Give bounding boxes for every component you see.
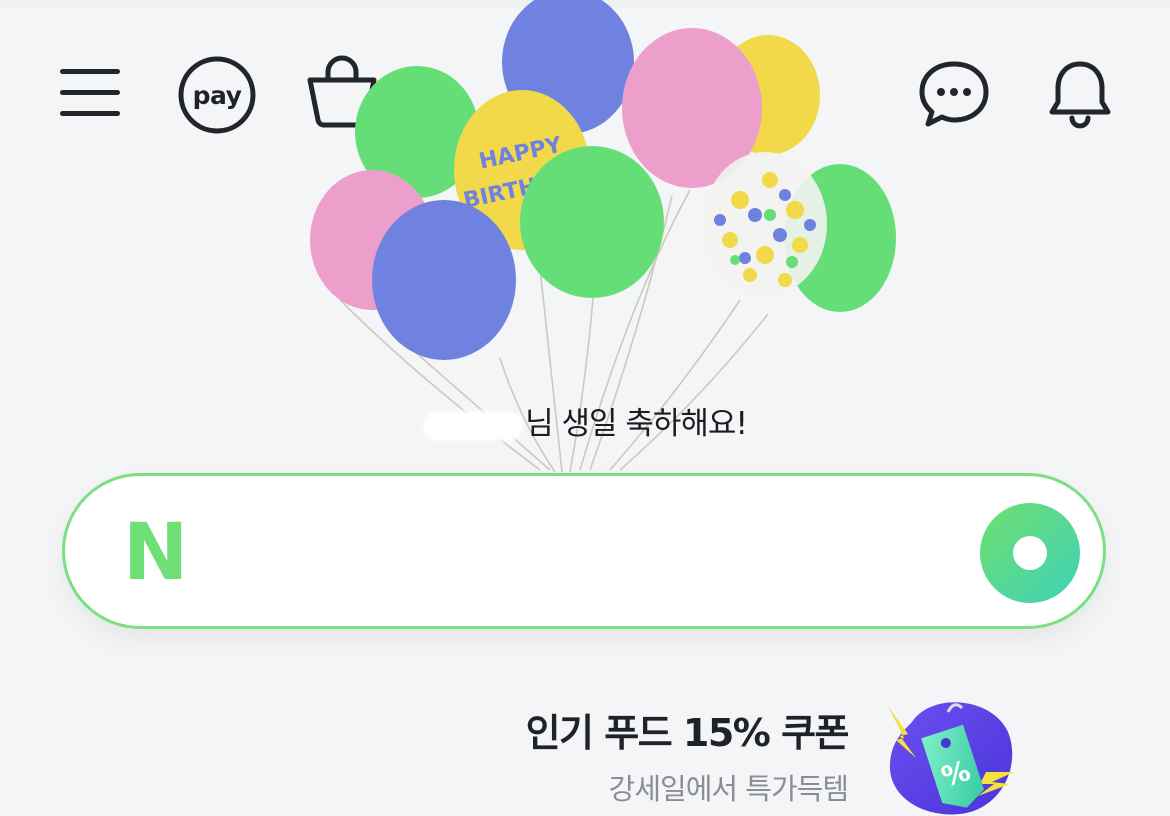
notification-button[interactable] [1048,60,1112,130]
chat-bubble-icon [919,61,989,127]
green-ring-icon[interactable] [979,502,1081,604]
pay-label: pay [192,80,242,110]
search-bar[interactable]: N [62,473,1106,629]
hamburger-menu-icon [60,69,120,116]
search-input[interactable] [215,516,949,590]
birthday-greeting: 님 생일 축하해요! [0,398,1170,443]
menu-button[interactable] [58,66,122,118]
redacted-username [423,410,524,441]
coupon-tag-icon[interactable]: % [882,692,1020,816]
greeting-text: 님 생일 축하해요! [525,406,748,442]
bell-icon [1049,61,1111,129]
naver-n-logo[interactable]: N [123,514,195,592]
chat-button[interactable] [918,60,990,128]
promo-subtitle[interactable]: 강세일에서 특가득템 [609,766,849,808]
promo-title[interactable]: 인기 푸드 15% 쿠폰 [526,702,850,757]
pay-button[interactable]: pay [177,55,257,135]
